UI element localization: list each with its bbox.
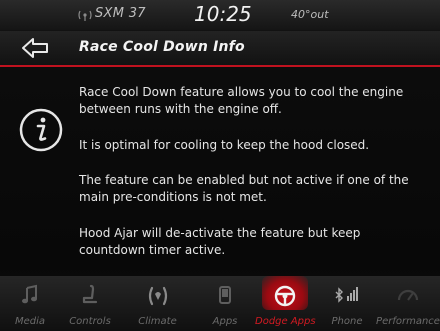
nav-media[interactable]: Media <box>0 276 60 331</box>
nav-label: Dodge Apps <box>255 316 316 327</box>
nav-label: Media <box>14 316 46 327</box>
info-content: Race Cool Down feature allows you to coo… <box>0 67 440 276</box>
nav-climate[interactable]: Climate <box>120 276 195 331</box>
music-note-icon <box>22 284 37 304</box>
info-paragraph: Race Cool Down feature allows you to coo… <box>79 85 404 116</box>
phone-bluetooth-icon <box>335 287 358 303</box>
seat-icon <box>82 284 98 304</box>
clock: 10:25 <box>194 2 252 26</box>
radio-station: SXM 37 <box>95 6 146 21</box>
climate-icon <box>148 286 167 306</box>
gauge-icon <box>397 289 419 301</box>
nav-label: Controls <box>69 316 111 327</box>
steering-wheel-icon <box>274 285 296 307</box>
status-bar: SXM 37 10:25 40°out <box>0 0 440 30</box>
nav-phone[interactable]: Phone <box>318 276 376 331</box>
page-title: Race Cool Down Info <box>79 39 245 55</box>
back-arrow-icon[interactable] <box>20 36 52 60</box>
info-paragraph: The feature can be enabled but not activ… <box>79 173 409 204</box>
uconnect-screen: SXM 37 10:25 40°out Race Cool Down Info … <box>0 0 440 331</box>
nav-label: Apps <box>212 316 238 327</box>
nav-label: Climate <box>138 316 177 327</box>
info-icon <box>19 108 63 152</box>
nav-dodge-apps[interactable]: Dodge Apps <box>255 276 316 331</box>
apps-icon <box>219 286 231 304</box>
info-paragraph: Hood Ajar will de-activate the feature b… <box>79 226 361 257</box>
nav-apps[interactable]: Apps <box>195 276 255 331</box>
nav-label: Phone <box>331 316 363 327</box>
title-bar: Race Cool Down Info <box>0 31 440 65</box>
outside-temperature: 40°out <box>291 8 329 21</box>
bottom-nav: Media Controls Climate Apps Dodge Apps P… <box>0 276 440 331</box>
nav-label: Performance <box>376 316 440 327</box>
nav-controls[interactable]: Controls <box>60 276 120 331</box>
nav-performance[interactable]: Performance <box>376 276 440 331</box>
satellite-signal-icon <box>78 10 92 21</box>
info-paragraph: It is optimal for cooling to keep the ho… <box>79 138 370 152</box>
